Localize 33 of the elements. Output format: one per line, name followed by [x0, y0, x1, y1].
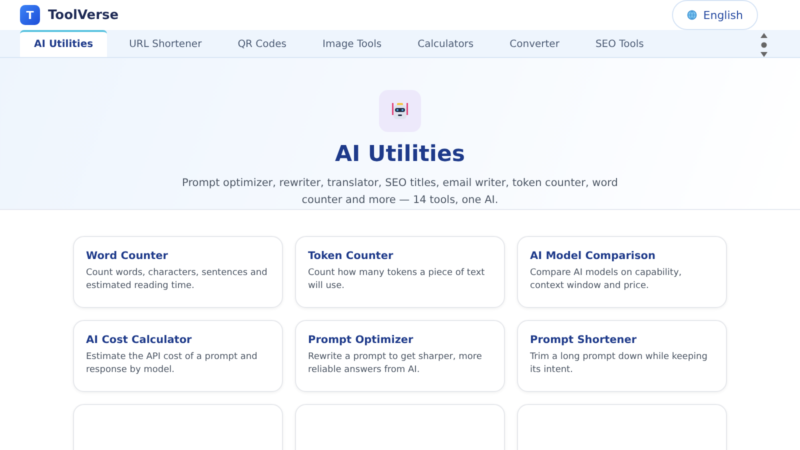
category-tab[interactable]: Image Tools: [308, 30, 396, 57]
tool-card[interactable]: Prompt Optimizer Rewrite a prompt to get sharper, more reliable answers from AI.: [295, 320, 505, 392]
robot-icon: [389, 100, 411, 122]
tool-description: Rewrite a prompt to get sharper, more reliable answers from AI.: [308, 351, 483, 377]
tool-title: Token Counter: [308, 250, 394, 262]
tool-description: Trim a long prompt down while keeping its intent.: [530, 351, 708, 377]
tool-title: AI Cost Calculator: [86, 334, 193, 346]
page-title: AI Utilities: [335, 142, 465, 167]
category-tab[interactable]: SEO Tools: [581, 30, 658, 57]
globe-icon: [687, 10, 698, 20]
logo-icon[interactable]: T: [20, 5, 40, 25]
tool-card[interactable]: AI Model Comparison Compare AI models on capability, context window and price.: [517, 236, 727, 308]
category-tab[interactable]: Converter: [496, 30, 574, 57]
tool-card[interactable]: Token Counter Count how many tokens a piece of text will use.: [295, 236, 505, 308]
language-button[interactable]: English: [672, 0, 758, 30]
tool-title: Prompt Optimizer: [308, 334, 414, 346]
tool-description: Estimate the API cost of a prompt and response by model.: [86, 351, 258, 377]
category-tab[interactable]: QR Codes: [224, 30, 300, 57]
category-tab[interactable]: AI Utilities: [20, 30, 108, 57]
tool-card[interactable]: Word Counter Count words, characters, sentences and estimated reading time.: [73, 236, 283, 308]
tool-card[interactable]: AI Cost Calculator Estimate the API cost of a prompt and response by model.: [73, 320, 283, 392]
brand-name: ToolVerse: [48, 8, 119, 22]
tool-title: Prompt Shortener: [530, 334, 638, 346]
tool-description: Count how many tokens a piece of text will use.: [308, 267, 486, 293]
category-tab[interactable]: URL Shortener: [115, 30, 216, 57]
tool-title: Word Counter: [86, 250, 169, 262]
tool-description: Compare AI models on capability, context window and price.: [530, 267, 683, 293]
page-description: Prompt optimizer, rewriter, translator, SEO titles, email writer, token counter, word counter and more — 14 tools, one AI.: [181, 176, 619, 208]
category-tab[interactable]: Calculators: [404, 30, 488, 57]
scroll-arrows-icon[interactable]: [760, 33, 768, 57]
tool-title: AI Model Comparison: [530, 250, 656, 262]
tool-card[interactable]: Prompt Shortener Trim a long prompt down while keeping its intent.: [517, 320, 727, 392]
tool-description: Count words, characters, sentences and estimated reading time.: [86, 267, 268, 293]
